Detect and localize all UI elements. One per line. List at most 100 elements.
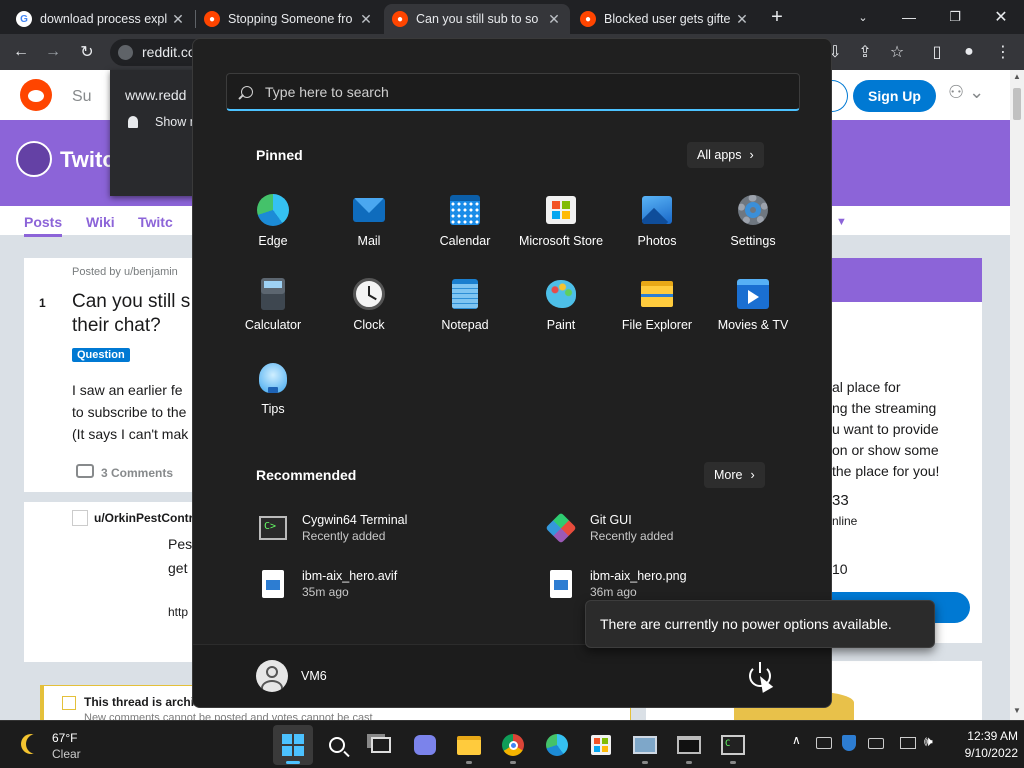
taskbar-file-explorer[interactable] (449, 725, 489, 765)
app-label: Settings (730, 234, 776, 248)
popup-host: www.redd (125, 87, 187, 103)
profile-icon[interactable]: ● (954, 34, 984, 70)
new-tab-button[interactable]: + (762, 2, 792, 32)
reddit-icon: ● (392, 11, 408, 27)
reddit-logo-icon[interactable] (20, 79, 52, 111)
pinned-app-tips[interactable]: Tips (225, 353, 321, 425)
pinned-app-mail[interactable]: Mail (321, 185, 417, 257)
post-title[interactable]: Can you still s (72, 291, 190, 313)
comment-link[interactable]: http (168, 605, 188, 619)
pinned-app-settings[interactable]: Settings (705, 185, 801, 257)
more-button[interactable]: More › (704, 462, 765, 488)
sign-up-button[interactable]: Sign Up (853, 80, 936, 112)
close-tab-icon[interactable]: ✕ (358, 11, 374, 28)
share-icon[interactable]: ⇪ (850, 34, 880, 70)
search-input[interactable] (265, 83, 765, 100)
start-search-box[interactable] (226, 73, 800, 111)
user-avatar[interactable] (256, 660, 288, 692)
tab-search-icon[interactable]: ⌄ (840, 0, 886, 34)
taskbar-terminal[interactable] (669, 725, 709, 765)
member-count: 33 (832, 492, 849, 509)
comment-author[interactable]: u/OrkinPestContr (94, 511, 193, 525)
clock-time[interactable]: 12:39 AM (952, 729, 1018, 743)
rec-name: Cygwin64 Terminal (302, 513, 408, 527)
image-file-icon (546, 569, 576, 599)
posted-by[interactable]: Posted by u/benjamin (72, 266, 178, 278)
display-icon[interactable] (900, 737, 916, 749)
notification-setting[interactable]: Show n (155, 115, 197, 129)
taskbar-chrome[interactable] (493, 725, 533, 765)
terminal-icon (677, 736, 701, 754)
close-tab-icon[interactable]: ✕ (170, 11, 186, 28)
forward-icon[interactable]: → (38, 34, 68, 70)
pinned-app-photos[interactable]: Photos (609, 185, 705, 257)
git-icon (545, 512, 577, 544)
scrollbar-thumb[interactable] (1013, 88, 1021, 120)
terminal-icon: C> (258, 513, 288, 543)
weather-temp[interactable]: 67°F (52, 731, 77, 745)
side-panel-icon[interactable]: ▯ (922, 34, 952, 70)
tab-posts[interactable]: Posts (24, 214, 63, 237)
user-menu-icon[interactable]: ⚇ ⌄ (948, 82, 988, 108)
taskbar-edge[interactable] (537, 725, 577, 765)
task-view-button[interactable] (361, 725, 401, 765)
close-window-button[interactable]: ✕ (978, 0, 1024, 34)
taskbar-store[interactable] (581, 725, 621, 765)
post-title[interactable]: their chat? (72, 315, 161, 337)
security-shield-icon[interactable] (842, 735, 856, 751)
close-tab-icon[interactable]: ✕ (734, 11, 750, 28)
archive-icon (62, 696, 76, 710)
all-apps-button[interactable]: All apps › (687, 142, 764, 168)
back-icon[interactable]: ← (6, 34, 36, 70)
pinned-app-edge[interactable]: Edge (225, 185, 321, 257)
pinned-app-calendar[interactable]: Calendar (417, 185, 513, 257)
reload-icon[interactable]: ↻ (72, 34, 102, 70)
comments-link[interactable]: 3 Comments (101, 466, 173, 480)
start-button[interactable] (273, 725, 313, 765)
bookmark-star-icon[interactable]: ☆ (882, 34, 912, 70)
weather-desc[interactable]: Clear (52, 747, 81, 761)
tab-blocked-user[interactable]: ● Blocked user gets gifte ✕ (572, 4, 758, 34)
tab-wiki[interactable]: Wiki (86, 214, 115, 230)
app-label: Movies & TV (717, 318, 789, 332)
chrome-icon (502, 734, 524, 756)
taskbar-photo-app[interactable] (625, 725, 665, 765)
recommended-item[interactable]: C> Cygwin64 Terminal Recently added (256, 505, 516, 551)
pinned-app-clock[interactable]: Clock (321, 269, 417, 341)
pinned-app-notepad[interactable]: Notepad (417, 269, 513, 341)
photos-icon (640, 193, 674, 227)
tab-download-process[interactable]: G download process expl ✕ (8, 4, 194, 34)
about-text: al place for (832, 379, 901, 395)
clock-date[interactable]: 9/10/2022 (952, 746, 1018, 760)
chrome-menu-icon[interactable]: ⋮ (988, 34, 1018, 70)
show-hidden-icons[interactable]: ∧ (792, 733, 801, 747)
rec-name: ibm-aix_hero.png (590, 569, 687, 583)
tab-can-you-still-sub[interactable]: ● Can you still sub to so ✕ (384, 4, 570, 34)
user-name[interactable]: VM6 (301, 669, 327, 683)
about-text: ng the streaming (832, 400, 937, 416)
page-scrollbar[interactable]: ▲ ▼ (1010, 70, 1024, 720)
volume-icon[interactable]: 🕪 (924, 733, 933, 750)
minimize-button[interactable]: — (886, 0, 932, 34)
pinned-app-paint[interactable]: Paint (513, 269, 609, 341)
pinned-app-microsoft-store[interactable]: Microsoft Store (513, 185, 609, 257)
restore-button[interactable]: ❐ (932, 0, 978, 34)
teams-chat-button[interactable] (405, 725, 445, 765)
keyboard-icon[interactable] (868, 738, 884, 749)
community-avatar (16, 141, 52, 177)
network-offline-icon[interactable] (816, 737, 832, 749)
online-label: nline (832, 514, 858, 528)
taskbar-search-button[interactable] (317, 725, 357, 765)
recommended-item[interactable]: Git GUI Recently added (544, 505, 804, 551)
pinned-app-file-explorer[interactable]: File Explorer (609, 269, 705, 341)
flair-badge[interactable]: Question (72, 348, 130, 362)
tab-twitch[interactable]: Twitc (138, 214, 173, 230)
chevron-down-icon[interactable]: ▼ (836, 216, 847, 228)
tab-stopping-someone[interactable]: ● Stopping Someone fro ✕ (196, 4, 382, 34)
tab-title: Blocked user gets gifte (604, 12, 731, 26)
recommended-item[interactable]: ibm-aix_hero.avif 35m ago (256, 561, 516, 607)
taskbar-cygwin[interactable]: C (713, 725, 753, 765)
pinned-app-calculator[interactable]: Calculator (225, 269, 321, 341)
close-tab-icon[interactable]: ✕ (546, 11, 562, 28)
pinned-app-movies-tv[interactable]: Movies & TV (705, 269, 801, 341)
